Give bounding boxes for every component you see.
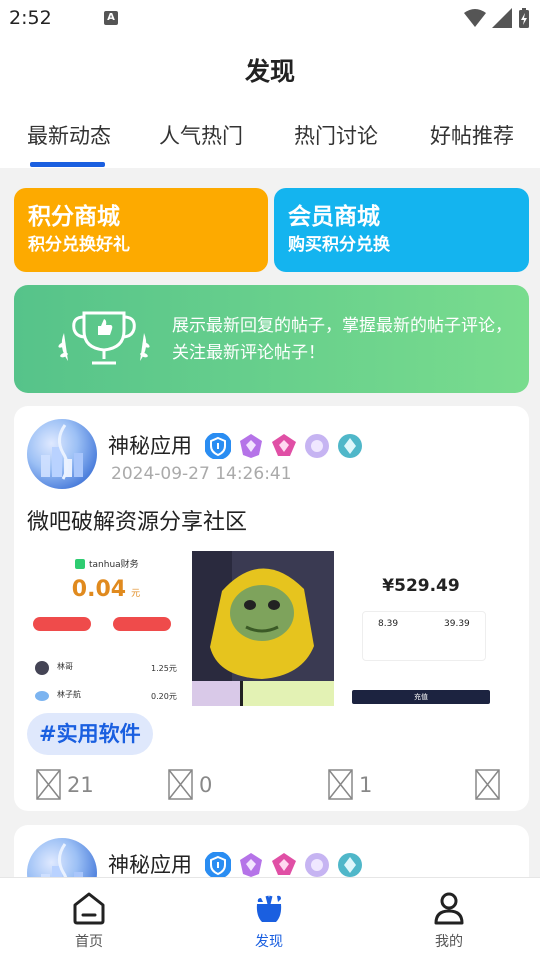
rank-badge-purple-icon bbox=[240, 434, 262, 458]
likes-count: 0 bbox=[199, 772, 213, 797]
share-stat[interactable] bbox=[475, 769, 500, 800]
wallet-button-right bbox=[113, 617, 171, 631]
nav-mine-label: 我的 bbox=[435, 934, 463, 950]
nav-home-label: 首页 bbox=[75, 934, 103, 950]
rank-badge-pink-icon bbox=[272, 434, 296, 456]
rank-badge-purple-icon bbox=[240, 853, 262, 877]
comments-count: 1 bbox=[359, 772, 373, 797]
nav-mine[interactable]: 我的 bbox=[409, 890, 489, 951]
broken-image-icon bbox=[36, 769, 61, 800]
app-logo-icon bbox=[75, 559, 85, 569]
row-avatar bbox=[35, 661, 49, 675]
wallet-app-name: tanhua财务 bbox=[89, 560, 139, 570]
balance-right-value: 39.39 bbox=[444, 619, 470, 629]
page-title: 发现 bbox=[244, 57, 295, 86]
tab-latest[interactable]: 最新动态 bbox=[27, 120, 111, 150]
balance-left-value: 8.39 bbox=[378, 619, 399, 629]
tab-recommended[interactable]: 好帖推荐 bbox=[430, 120, 514, 150]
member-mall-card[interactable]: 会员商城 购买积分兑换 bbox=[274, 188, 529, 272]
broken-image-icon bbox=[475, 769, 500, 800]
wifi-icon bbox=[464, 9, 486, 27]
bottom-nav: 首页 发现 我的 bbox=[0, 877, 540, 960]
wallet-row-name: 林子航 bbox=[57, 690, 81, 699]
user-badges bbox=[204, 432, 364, 460]
post-image-frog[interactable] bbox=[192, 551, 334, 706]
tab-bar: 最新动态 人气热门 热门讨论 好帖推荐 bbox=[0, 120, 540, 168]
post-time: 2024-09-27 14:26:41 bbox=[111, 464, 292, 484]
member-mall-title: 会员商城 bbox=[288, 204, 380, 230]
username[interactable]: 神秘应用 bbox=[108, 430, 192, 460]
discover-icon bbox=[256, 895, 282, 922]
trophy-icon bbox=[58, 311, 150, 365]
tab-indicator bbox=[30, 162, 105, 167]
nav-home[interactable]: 首页 bbox=[49, 890, 129, 951]
verified-shield-icon bbox=[205, 852, 231, 878]
notification-icon: A bbox=[104, 11, 118, 25]
post-content: 微吧破解资源分享社区 bbox=[27, 510, 248, 535]
notice-text: 展示最新回复的帖子，掌握最新的帖子评论，关注最新评论帖子！ bbox=[172, 316, 512, 363]
avatar[interactable] bbox=[27, 419, 97, 489]
topic-tag[interactable]: #实用软件 bbox=[27, 713, 153, 755]
balance-amount: ¥529.49 bbox=[382, 576, 460, 596]
post-image-wallet[interactable]: tanhua财务 0.04 元 林哥 1.25元 林子航 0.20元 bbox=[27, 551, 185, 706]
wallet-button-left bbox=[33, 617, 91, 631]
points-mall-title: 积分商城 bbox=[28, 204, 120, 230]
notice-banner[interactable]: 展示最新回复的帖子，掌握最新的帖子评论，关注最新评论帖子！ bbox=[14, 285, 529, 393]
home-icon bbox=[73, 892, 105, 925]
tab-discussion[interactable]: 热门讨论 bbox=[294, 120, 378, 150]
wallet-unit: 元 bbox=[131, 589, 141, 599]
status-time: 2:52 bbox=[9, 7, 52, 29]
views-stat[interactable]: 21 bbox=[36, 769, 94, 800]
points-mall-card[interactable]: 积分商城 积分兑换好礼 bbox=[14, 188, 268, 272]
username[interactable]: 神秘应用 bbox=[108, 849, 192, 879]
row-avatar bbox=[35, 691, 49, 701]
battery-icon bbox=[519, 8, 529, 28]
rank-badge-lavender-icon bbox=[305, 434, 329, 458]
wallet-amount: 0.04 bbox=[71, 577, 127, 602]
status-icons bbox=[464, 8, 530, 28]
status-bar: 2:52 A bbox=[0, 0, 540, 36]
points-mall-subtitle: 积分兑换好礼 bbox=[28, 235, 130, 255]
wallet-row-value: 1.25元 bbox=[151, 664, 177, 673]
nav-discover-label: 发现 bbox=[255, 934, 283, 950]
broken-image-icon bbox=[328, 769, 353, 800]
rank-badge-pink-icon bbox=[272, 853, 296, 875]
wallet-row-value: 0.20元 bbox=[151, 692, 177, 701]
rank-badge-teal-icon bbox=[338, 434, 362, 458]
balance-button: 充值 bbox=[352, 690, 490, 704]
comments-stat[interactable]: 1 bbox=[328, 769, 372, 800]
post-image-balance[interactable]: ¥529.49 8.39 39.39 充值 bbox=[350, 551, 492, 706]
rank-badge-teal-icon bbox=[338, 853, 362, 877]
verified-shield-icon bbox=[205, 433, 231, 459]
tab-popular[interactable]: 人气热门 bbox=[159, 120, 243, 150]
signal-icon bbox=[492, 8, 512, 28]
wallet-row-name: 林哥 bbox=[57, 662, 73, 671]
broken-image-icon bbox=[168, 769, 193, 800]
rank-badge-lavender-icon bbox=[305, 853, 329, 877]
user-icon bbox=[434, 892, 464, 925]
wallet-amount-row: 0.04 元 bbox=[27, 577, 185, 602]
post-card[interactable]: 神秘应用 2024-09-27 14:26:41 微吧破解资源分享社区 tanh… bbox=[14, 406, 529, 811]
views-count: 21 bbox=[67, 772, 94, 797]
nav-discover[interactable]: 发现 bbox=[229, 890, 309, 951]
header: 发现 最新动态 人气热门 热门讨论 好帖推荐 bbox=[0, 36, 540, 168]
likes-stat[interactable]: 0 bbox=[168, 769, 212, 800]
user-badges bbox=[204, 851, 364, 879]
member-mall-subtitle: 购买积分兑换 bbox=[288, 235, 390, 255]
